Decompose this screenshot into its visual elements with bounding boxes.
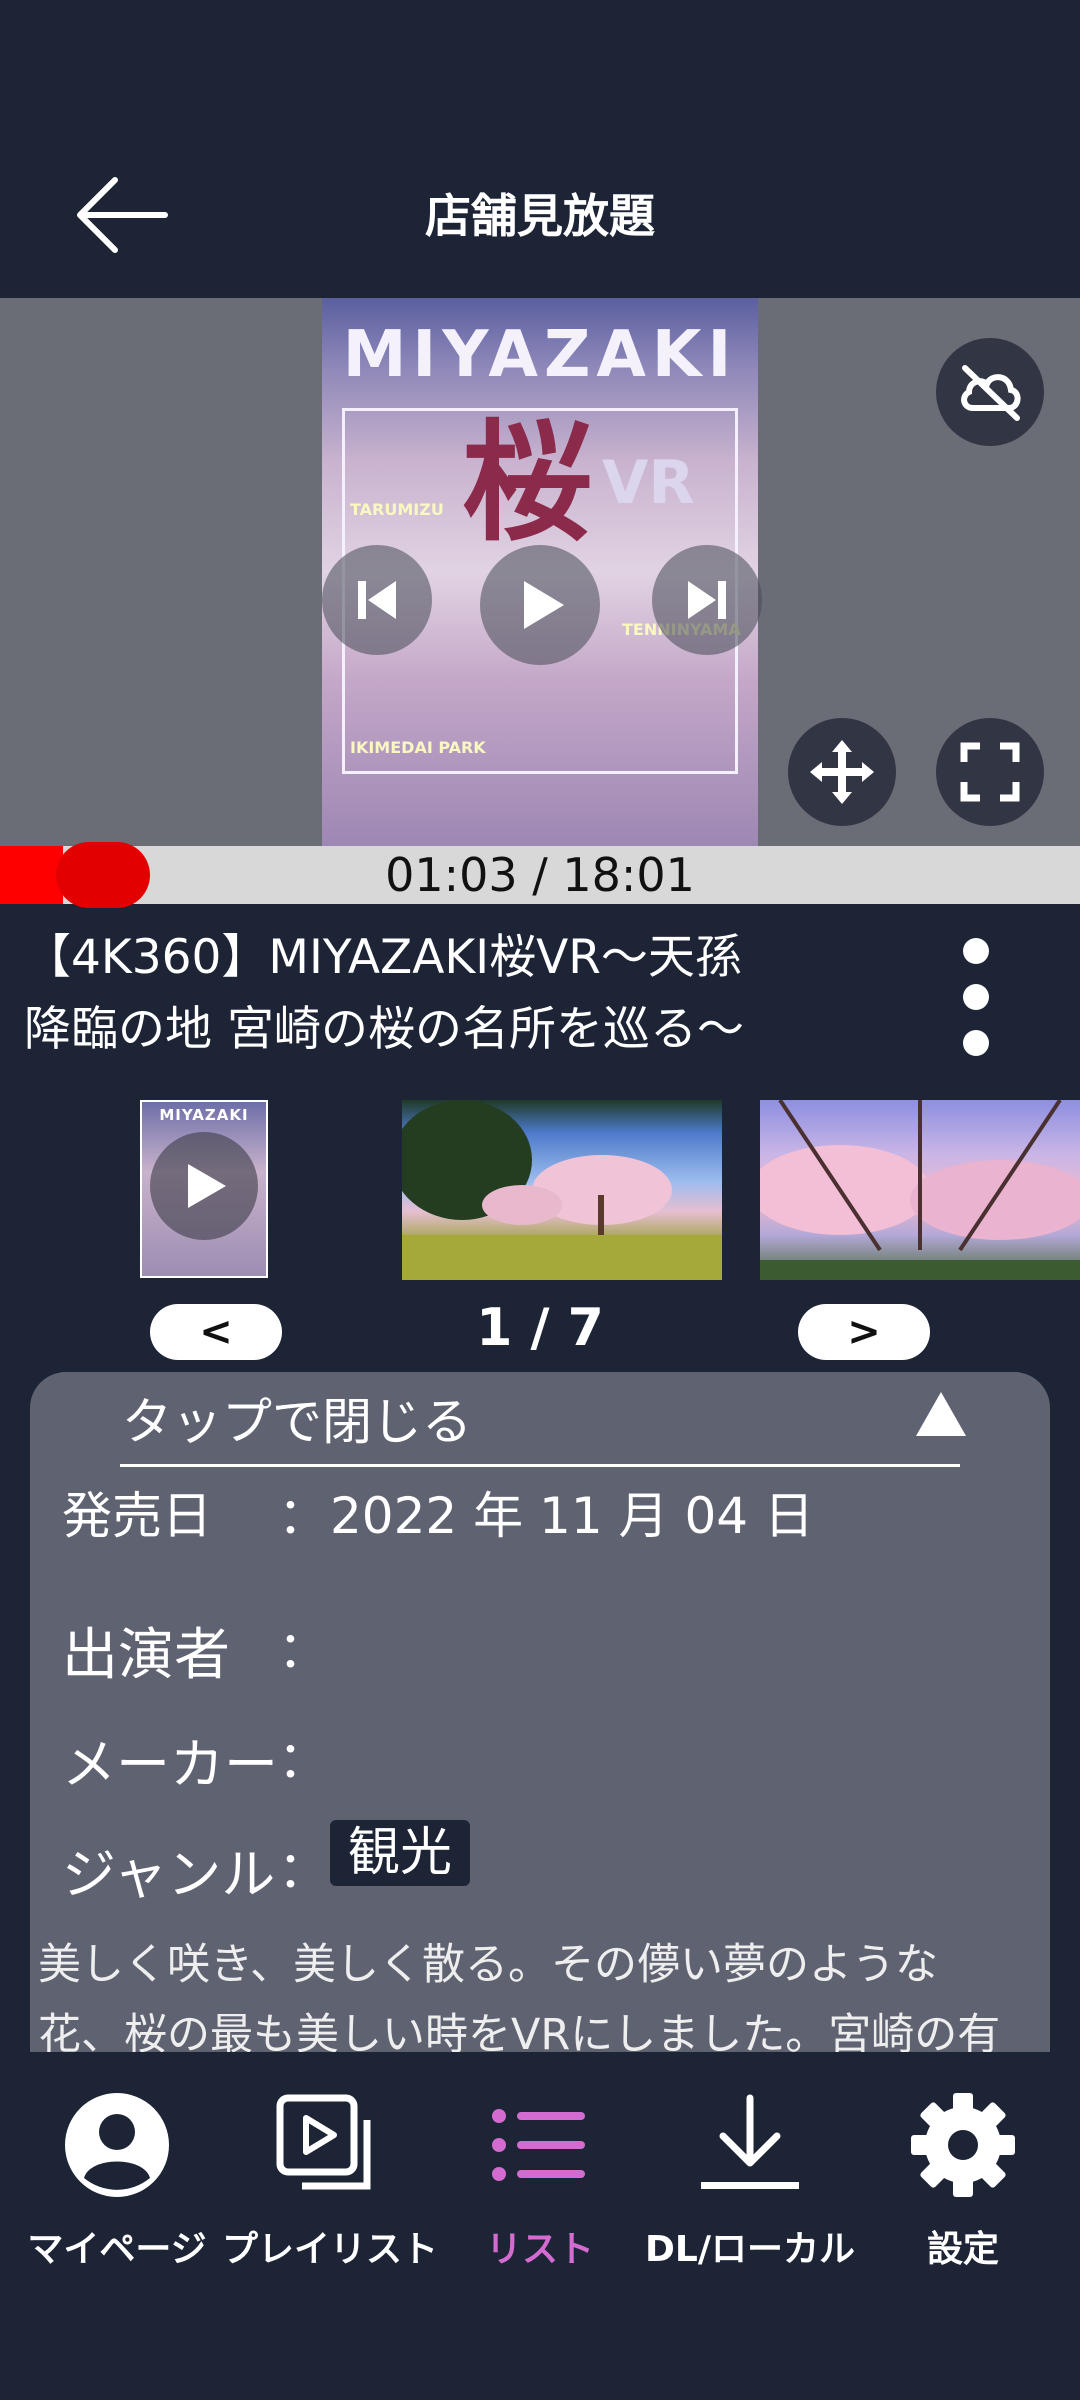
nav-mypage[interactable]: マイページ [12, 2080, 222, 2272]
cast-colon: ： [278, 1621, 328, 1679]
playlist-icon [276, 2094, 371, 2190]
play-icon [524, 581, 564, 629]
nav-label: プレイリスト [222, 2229, 439, 2270]
release-date-value: 2022 年 11 月 04 日 [330, 1487, 814, 1545]
thumbnail-play-button[interactable] [150, 1132, 258, 1240]
play-button[interactable] [480, 545, 600, 665]
gear-icon [911, 2093, 1015, 2197]
genre-label: ジャンル [62, 1843, 276, 1906]
poster-kanji: 桜 [462, 406, 593, 559]
thumbnail-2[interactable] [402, 1100, 722, 1280]
nav-label: リスト [485, 2229, 594, 2270]
nav-label: 設定 [926, 2229, 999, 2270]
maker-label: メーカー [62, 1733, 278, 1796]
fullscreen-button[interactable] [936, 718, 1044, 826]
video-title: 【4K360】MIYAZAKI桜VR〜天孫 降臨の地 宮崎の桜の名所を巡る〜 [24, 922, 924, 1066]
nav-settings[interactable]: 設定 [858, 2080, 1068, 2272]
nav-label: マイページ [27, 2229, 207, 2270]
description: 美しく咲き、美しく散る。その儚い夢のような 花、桜の最も美しい時をVRにしました… [38, 1930, 1038, 2052]
genre-tag[interactable]: 観光 [330, 1820, 471, 1886]
poster-tag: TARUMIZU [350, 500, 444, 519]
thumbnail-1[interactable]: MIYAZAKI [140, 1100, 268, 1278]
play-icon [188, 1164, 226, 1208]
skip-previous-icon [358, 581, 396, 619]
collapse-triangle-icon[interactable] [916, 1392, 966, 1436]
page-title: 店舗見放題 [425, 189, 655, 243]
list-icon [492, 2109, 585, 2181]
download-icon [701, 2094, 799, 2189]
panel-divider [120, 1464, 960, 1467]
cloud-off-icon [961, 365, 1021, 421]
more-options-button[interactable] [946, 938, 1006, 1058]
next-button[interactable] [652, 545, 762, 655]
nav-label: DL/ローカル [645, 2229, 855, 2270]
description-line: 花、桜の最も美しい時をVRにしました。宮崎の有 [38, 2010, 1001, 2052]
more-dot [963, 938, 989, 964]
cherry-tree-image [402, 1100, 722, 1280]
move-button[interactable] [788, 718, 896, 826]
thumbnail-prev-button[interactable]: < [150, 1304, 282, 1360]
skip-next-icon [688, 581, 726, 619]
person-icon [65, 2093, 169, 2197]
maker-colon: ： [278, 1731, 328, 1789]
poster-tag: IKIMEDAI PARK [350, 738, 486, 757]
thumbnail-page-count: 1 / 7 [476, 1298, 604, 1358]
close-details-button[interactable]: タップで閉じる [122, 1382, 472, 1454]
cast-label: 出演者 [62, 1623, 230, 1688]
more-dot [963, 1030, 989, 1056]
playback-time: 01:03 / 18:01 [385, 848, 695, 902]
fullscreen-icon [960, 742, 1020, 802]
previous-button[interactable] [322, 545, 432, 655]
thumbnail-next-button[interactable]: > [798, 1304, 930, 1360]
release-date-label: 発売日 [62, 1487, 212, 1545]
poster-vr: VR [602, 448, 695, 518]
release-date-colon: ： [278, 1487, 328, 1545]
thumbnail-3[interactable] [760, 1100, 1080, 1280]
move-arrows-icon [810, 740, 874, 804]
cloud-off-button[interactable] [936, 338, 1044, 446]
thumbnail-title: MIYAZAKI [159, 1106, 249, 1124]
more-dot [963, 984, 989, 1010]
cherry-tree-image [760, 1100, 1080, 1280]
genre-colon: ： [278, 1841, 328, 1899]
nav-list[interactable]: リスト [435, 2080, 645, 2272]
video-title-line: 降臨の地 宮崎の桜の名所を巡る〜 [24, 1002, 744, 1057]
nav-download[interactable]: DL/ローカル [645, 2080, 855, 2272]
video-title-line: 【4K360】MIYAZAKI桜VR〜天孫 [24, 930, 742, 985]
nav-playlist[interactable]: プレイリスト [222, 2080, 439, 2272]
description-line: 美しく咲き、美しく散る。その儚い夢のような [38, 1940, 938, 1990]
